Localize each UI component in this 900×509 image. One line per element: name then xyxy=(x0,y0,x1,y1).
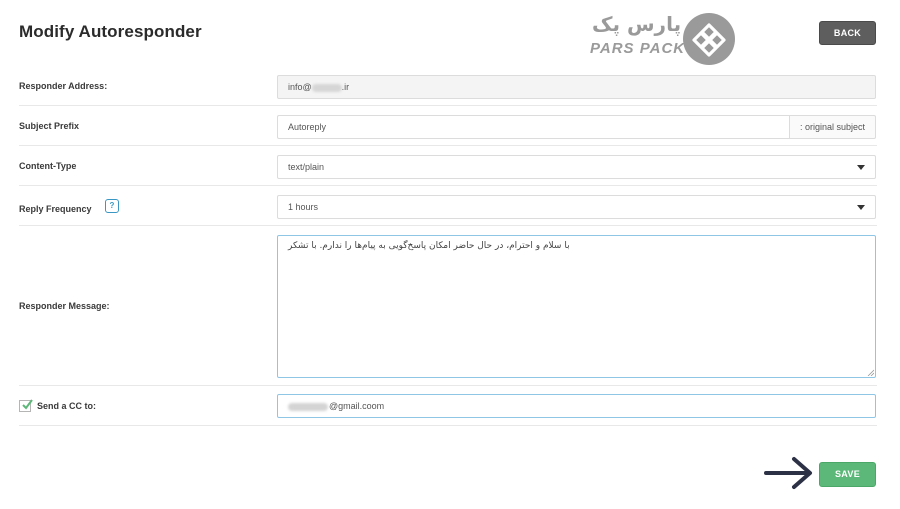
redacted-blur xyxy=(311,83,342,92)
chevron-down-icon xyxy=(857,205,865,210)
save-button[interactable]: SAVE xyxy=(819,462,876,487)
responder-address-label: Responder Address: xyxy=(19,81,108,91)
subject-prefix-input[interactable]: Autoreply xyxy=(277,115,789,139)
reply-frequency-selected: 1 hours xyxy=(288,202,319,212)
resize-grip-icon[interactable] xyxy=(867,369,874,376)
responder-message-textarea[interactable]: با سلام و احترام، در حال حاضر امکان پاسخ… xyxy=(277,235,876,378)
responder-address-prefix: info@ xyxy=(288,82,312,92)
subject-prefix-label: Subject Prefix xyxy=(19,121,80,131)
responder-message-label: Responder Message: xyxy=(19,301,110,311)
send-cc-label: Send a CC to: xyxy=(37,401,97,411)
responder-address-field[interactable]: info@ .ir xyxy=(277,75,876,99)
reply-frequency-select[interactable]: 1 hours xyxy=(277,195,876,219)
back-button[interactable]: BACK xyxy=(819,21,876,45)
diamond-logo-icon xyxy=(683,13,735,65)
help-icon[interactable]: ? xyxy=(105,199,119,213)
reply-frequency-label: Reply Frequency xyxy=(19,204,92,214)
responder-address-suffix: .ir xyxy=(341,82,350,92)
arrow-right-icon xyxy=(764,457,812,489)
send-cc-email-suffix: @gmail.coom xyxy=(329,401,385,411)
send-cc-email-field[interactable]: @gmail.coom xyxy=(277,394,876,418)
subject-prefix-addon: : original subject xyxy=(789,115,876,139)
check-icon xyxy=(22,399,33,410)
content-type-select[interactable]: text/plain xyxy=(277,155,876,179)
responder-message-text: با سلام و احترام، در حال حاضر امکان پاسخ… xyxy=(288,241,570,251)
chevron-down-icon xyxy=(857,165,865,170)
page-title: Modify Autoresponder xyxy=(19,22,202,41)
parspack-logo: پارس پک PARS PACK xyxy=(588,12,738,68)
logo-text-fa: پارس پک xyxy=(592,12,682,36)
logo-text-en: PARS PACK xyxy=(590,40,686,57)
redacted-blur xyxy=(288,402,328,411)
content-type-label: Content-Type xyxy=(19,161,77,171)
send-cc-checkbox[interactable] xyxy=(19,399,33,412)
content-type-selected: text/plain xyxy=(288,162,325,172)
